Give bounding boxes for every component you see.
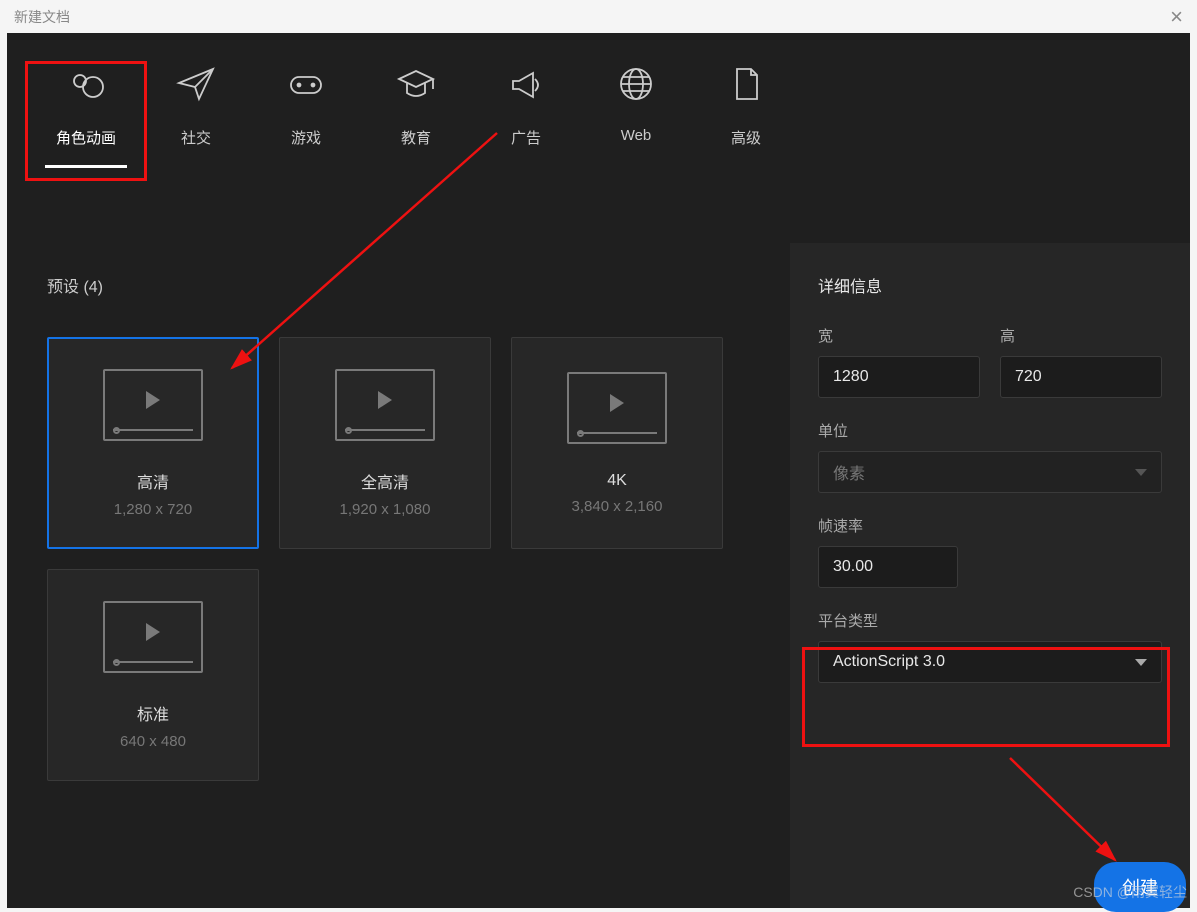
- tab-education[interactable]: 教育: [361, 63, 471, 168]
- unit-value: 像素: [833, 460, 865, 484]
- tab-game[interactable]: 游戏: [251, 63, 361, 168]
- paper-plane-icon: [175, 63, 217, 105]
- details-title: 详细信息: [818, 273, 1162, 297]
- tab-label: 社交: [181, 127, 211, 148]
- document-icon: [725, 63, 767, 105]
- close-icon[interactable]: ×: [1170, 6, 1183, 28]
- unit-select[interactable]: 像素: [818, 451, 1162, 493]
- platform-select[interactable]: ActionScript 3.0: [818, 641, 1162, 683]
- width-input[interactable]: [818, 356, 980, 398]
- height-label: 高: [1000, 325, 1162, 346]
- megaphone-icon: [505, 63, 547, 105]
- tab-label: 高级: [731, 127, 761, 148]
- new-document-dialog: 角色动画 社交 游戏 教: [7, 33, 1190, 908]
- tab-ads[interactable]: 广告: [471, 63, 581, 168]
- category-tabs: 角色动画 社交 游戏 教: [7, 33, 1190, 168]
- preset-card-fullhd[interactable]: 全高清 1,920 x 1,080: [279, 337, 491, 549]
- details-panel: 详细信息 宽 高 单位 像素 帧速率: [790, 243, 1190, 908]
- preset-dimensions: 1,280 x 720: [114, 501, 192, 518]
- preset-grid: 高清 1,280 x 720 全高清 1,920 x 1,080 4K 3,84…: [47, 337, 766, 781]
- chevron-down-icon: [1135, 469, 1147, 476]
- preset-card-standard[interactable]: 标准 640 x 480: [47, 569, 259, 781]
- preset-dimensions: 640 x 480: [120, 733, 186, 750]
- graduation-cap-icon: [395, 63, 437, 105]
- preset-dimensions: 1,920 x 1,080: [340, 501, 431, 518]
- preset-name: 标准: [137, 701, 169, 725]
- video-thumb-icon: [103, 369, 203, 441]
- chevron-down-icon: [1135, 659, 1147, 666]
- platform-value: ActionScript 3.0: [833, 653, 945, 671]
- tab-web[interactable]: Web: [581, 63, 691, 168]
- tab-character-animation[interactable]: 角色动画: [31, 63, 141, 168]
- width-label: 宽: [818, 325, 980, 346]
- dialog-content: 预设 (4) 高清 1,280 x 720 全高清 1,920 x 1,080 …: [7, 243, 1190, 908]
- gamepad-icon: [285, 63, 327, 105]
- watermark-text: CSDN @雨翼轻尘: [1073, 882, 1187, 902]
- preset-dimensions: 3,840 x 2,160: [572, 498, 663, 515]
- fps-label: 帧速率: [818, 515, 1162, 536]
- unit-label: 单位: [818, 420, 1162, 441]
- tab-social[interactable]: 社交: [141, 63, 251, 168]
- preset-name: 高清: [137, 469, 169, 493]
- height-input[interactable]: [1000, 356, 1162, 398]
- video-thumb-icon: [103, 601, 203, 673]
- presets-count-label: 预设 (4): [47, 273, 766, 297]
- video-thumb-icon: [567, 372, 667, 444]
- tab-label: Web: [621, 127, 652, 144]
- tab-label: 教育: [401, 127, 431, 148]
- tab-advanced[interactable]: 高级: [691, 63, 801, 168]
- fps-input[interactable]: [818, 546, 958, 588]
- platform-label: 平台类型: [818, 610, 1162, 631]
- video-thumb-icon: [335, 369, 435, 441]
- preset-card-hd[interactable]: 高清 1,280 x 720: [47, 337, 259, 549]
- window-title: 新建文档: [14, 7, 70, 27]
- globe-icon: [615, 63, 657, 105]
- preset-card-4k[interactable]: 4K 3,840 x 2,160: [511, 337, 723, 549]
- tab-label: 广告: [511, 127, 541, 148]
- preset-name: 4K: [607, 472, 627, 490]
- tab-label: 角色动画: [56, 127, 116, 148]
- presets-panel: 预设 (4) 高清 1,280 x 720 全高清 1,920 x 1,080 …: [7, 243, 790, 908]
- tab-label: 游戏: [291, 127, 321, 148]
- titlebar: 新建文档 ×: [0, 0, 1197, 33]
- character-icon: [65, 63, 107, 105]
- preset-name: 全高清: [361, 469, 409, 493]
